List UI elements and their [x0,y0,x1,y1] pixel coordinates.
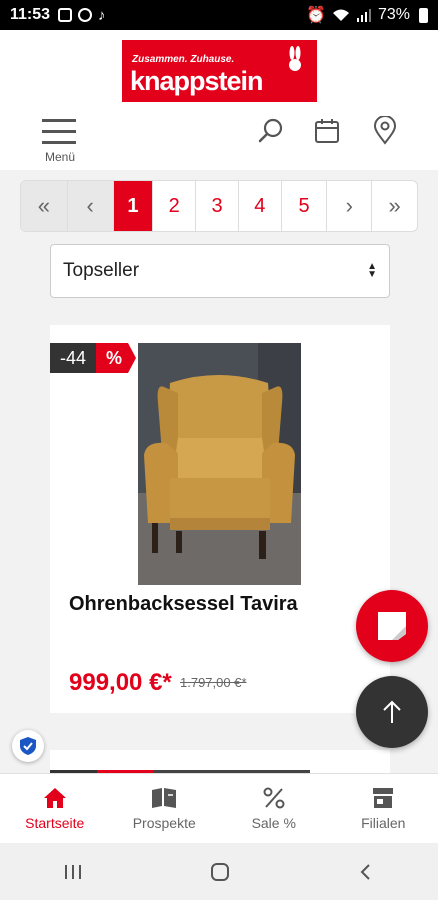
status-bar: 11:53 ♪ ⏰ 73% [0,0,438,30]
battery-level: 73% [377,6,410,23]
nav-label: Prospekte [132,814,196,831]
page-5-button[interactable]: 5 [282,181,328,231]
android-navigation-bar [0,843,438,900]
home-button-icon[interactable] [209,861,231,883]
tiktok-icon: ♪ [98,6,106,24]
signal-icon [356,9,371,22]
hare-logo-icon [289,46,301,71]
battery-icon [419,7,428,23]
pagination: « ‹ 1 2 3 4 5 › » [20,180,418,232]
home-icon [43,787,66,808]
bottom-navigation: Startseite Prospekte Sale % Filialen [0,773,438,843]
discount-badge: -44 [50,343,96,373]
nav-startseite[interactable]: Startseite [0,774,110,843]
arrow-up-icon [383,700,401,723]
alarm-icon: ⏰ [306,7,326,24]
scroll-to-top-button[interactable] [356,676,428,748]
nav-sale[interactable]: Sale % [219,774,329,843]
menu-label: Menü [44,150,76,164]
calendar-icon[interactable] [312,116,342,146]
sort-select[interactable]: Topseller ▲ ▼ [50,244,390,298]
page-3-button[interactable]: 3 [196,181,239,231]
last-page-button[interactable]: » [372,181,417,231]
chat-button[interactable] [356,590,428,662]
product-card[interactable]: -44 % Ohrenbacksessel Tavira 999,00 €* 1… [50,325,390,713]
logo-brand: knappstein [130,66,264,96]
sort-selected-value: Topseller [63,260,140,281]
location-pin-icon[interactable] [370,116,400,146]
product-name[interactable]: Ohrenbacksessel Tavira [69,593,298,616]
percent-icon [263,787,285,808]
prev-page-button[interactable]: ‹ [67,181,114,231]
menu-button[interactable]: Menü [40,116,80,166]
brochure-icon [152,787,177,808]
nav-label: Startseite [25,814,85,831]
shield-check-icon [20,737,36,755]
first-page-button[interactable]: « [21,181,68,231]
privacy-shield-button[interactable] [12,730,44,762]
logo-tagline: Zusammen. Zuhause. [132,54,235,65]
select-arrows-icon: ▲ ▼ [367,261,377,280]
knappstein-logo[interactable]: Zusammen. Zuhause. knappstein [122,40,317,102]
nav-label: Sale % [251,814,296,831]
sale-badge: % [96,343,136,373]
search-icon[interactable] [256,116,286,146]
recent-apps-icon[interactable] [62,862,84,882]
nav-label: Filialen [361,814,406,831]
site-header: Zusammen. Zuhause. knappstein Menü [0,30,438,170]
product-old-price: 1.797,00 €* [180,675,247,690]
next-page-button[interactable]: › [327,181,373,231]
wifi-icon [332,9,349,21]
back-icon[interactable] [356,862,376,882]
page-2-button[interactable]: 2 [153,181,197,231]
nav-prospekte[interactable]: Prospekte [110,774,220,843]
product-price: 999,00 €* [69,669,172,696]
page-4-button[interactable]: 4 [239,181,282,231]
whatsapp-icon [78,8,93,22]
page-1-button[interactable]: 1 [113,181,154,231]
store-icon [373,787,394,808]
status-time: 11:53 [10,6,51,23]
product-image[interactable] [138,343,301,585]
chat-icon [378,612,406,640]
gallery-icon [58,8,73,22]
nav-filialen[interactable]: Filialen [329,774,438,843]
